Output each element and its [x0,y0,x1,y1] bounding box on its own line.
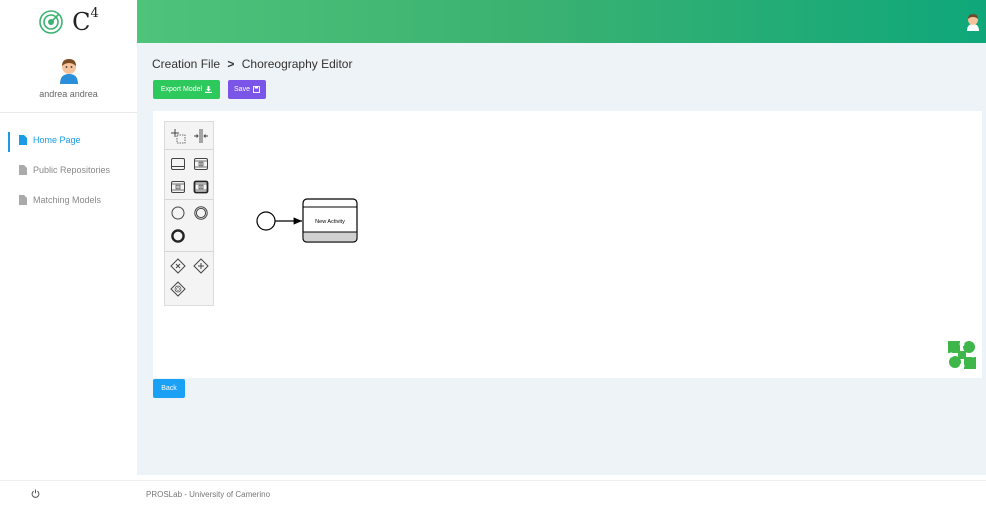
document-icon [19,165,27,175]
exclusive-gateway-tool-icon[interactable] [170,258,186,274]
export-model-button[interactable]: Export Model [153,80,220,99]
sidebar-item-label: Matching Models [33,195,102,205]
sidebar-item-label: Public Repositories [33,165,111,175]
event-based-gateway-tool-icon[interactable] [170,281,186,297]
sidebar-item-home-page[interactable]: Home Page [0,125,137,155]
diagram-layer: New Activity [256,198,358,243]
floppy-icon [253,86,260,93]
avatar[interactable] [57,56,81,84]
sidebar-item-public-repositories[interactable]: Public Repositories [0,155,137,185]
app-logo-text: C4 [72,5,99,36]
document-icon [19,195,27,205]
footer: PROSLab - University of Camerino [0,480,986,506]
start-event[interactable] [256,211,276,231]
sidebar: C4 andrea andrea Home Page Public Reposi… [0,0,137,480]
sidebar-item-matching-models[interactable]: Matching Models [0,185,137,215]
subchoreography-collapsed-tool-icon[interactable] [193,156,209,172]
choreography-task[interactable]: New Activity [302,198,358,243]
download-icon [205,86,213,93]
breadcrumb-separator: > [227,57,235,71]
choreography-canvas[interactable]: New Activity [153,111,982,378]
palette-group-events [165,200,213,252]
space-tool-icon[interactable] [193,128,209,144]
task-label: New Activity [315,219,345,225]
lasso-tool-icon[interactable] [170,128,186,144]
palette-group-gateways [165,252,213,305]
tool-palette [164,121,214,306]
subchoreography-expanded-tool-icon[interactable] [170,179,186,195]
power-icon[interactable] [31,489,40,498]
call-choreography-tool-icon[interactable] [193,179,209,195]
user-profile: andrea andrea [0,43,137,113]
radar-logo-icon [39,9,63,34]
choreography-task-tool-icon[interactable] [170,156,186,172]
sidebar-nav: Home Page Public Repositories Matching M… [0,125,137,215]
back-button[interactable]: Back [153,379,185,398]
palette-group-tasks [165,150,213,200]
user-menu-avatar[interactable] [965,13,981,31]
breadcrumb-current: Choreography Editor [241,57,353,71]
puzzle-icon[interactable] [947,340,977,370]
intermediate-event-tool-icon[interactable] [193,205,209,221]
start-event-tool-icon[interactable] [170,205,186,221]
username: andrea andrea [39,89,98,99]
palette-group-tools [165,122,213,150]
save-button-label: Save [234,86,250,93]
parallel-gateway-tool-icon[interactable] [193,258,209,274]
save-button[interactable]: Save [228,80,266,99]
breadcrumb-parent[interactable]: Creation File [152,57,220,71]
app-logo[interactable]: C4 [0,0,137,43]
top-header [137,0,986,43]
main-content: Creation File > Choreography Editor Expo… [137,43,986,475]
document-icon [19,135,27,145]
sidebar-item-label: Home Page [33,135,81,145]
footer-credits: PROSLab - University of Camerino [146,490,271,499]
export-button-label: Export Model [160,86,203,93]
end-event-tool-icon[interactable] [170,228,186,244]
breadcrumb: Creation File > Choreography Editor [152,57,352,71]
